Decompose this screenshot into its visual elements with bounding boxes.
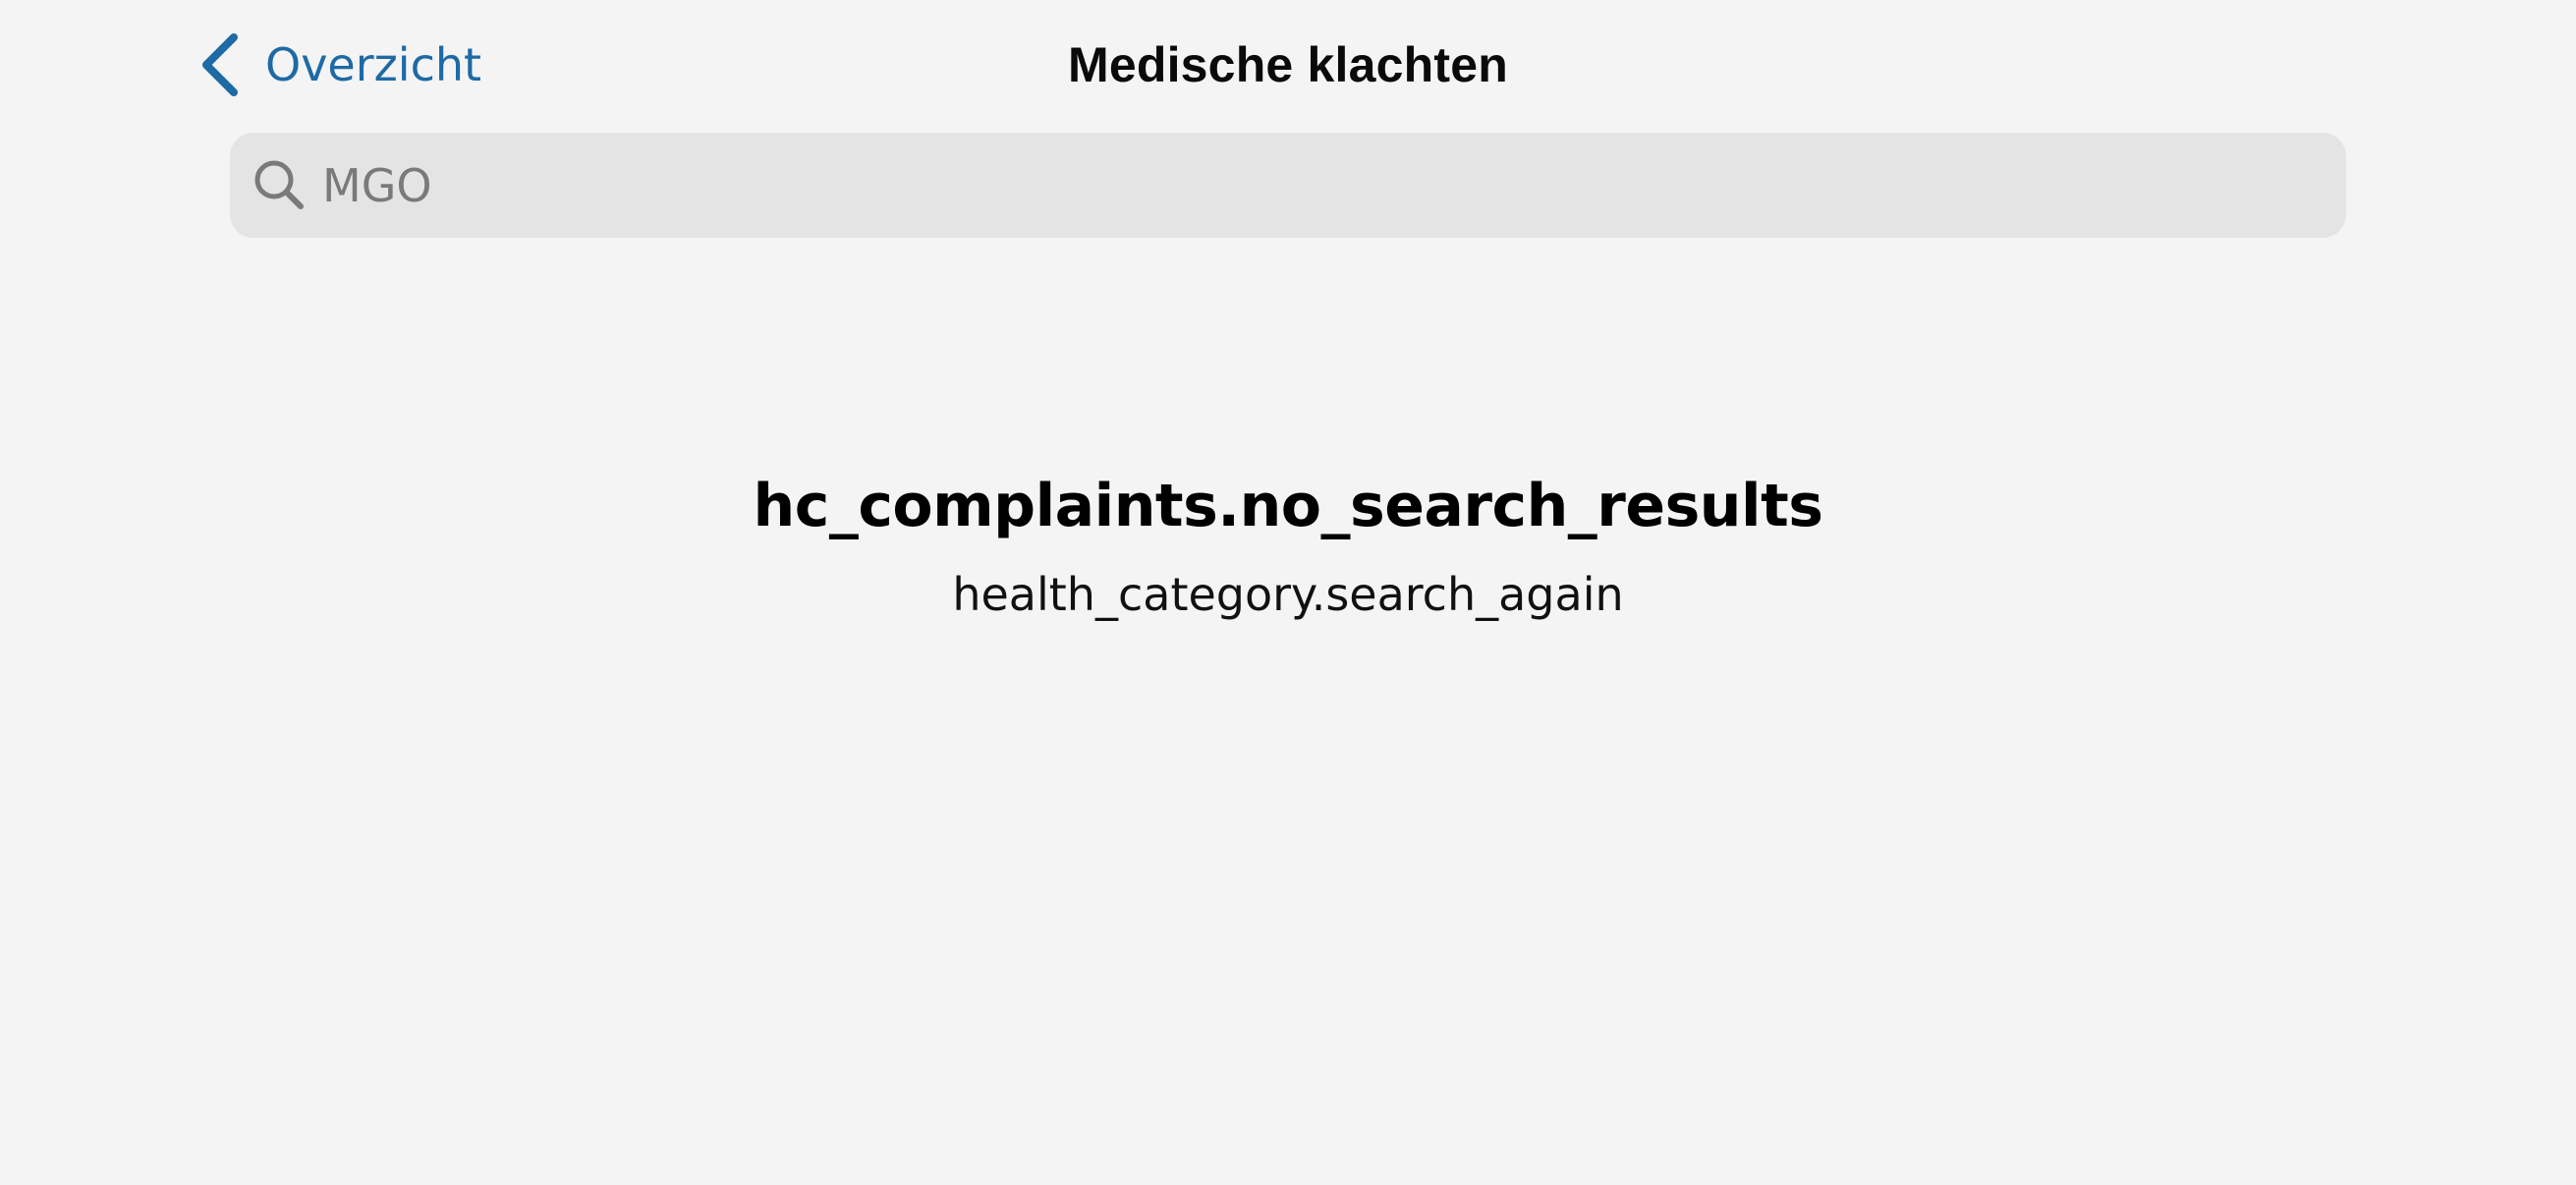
navigation-bar: Overzicht Medische klachten bbox=[0, 0, 2576, 130]
search-icon bbox=[252, 157, 308, 214]
chevron-left-icon bbox=[196, 31, 242, 98]
back-button-label: Overzicht bbox=[265, 38, 482, 91]
search-input[interactable] bbox=[322, 145, 2346, 225]
empty-state-title: hc_complaints.no_search_results bbox=[753, 472, 1823, 540]
empty-state-subtitle: health_category.search_again bbox=[952, 568, 1624, 621]
back-button[interactable]: Overzicht bbox=[196, 28, 481, 102]
empty-state: hc_complaints.no_search_results health_c… bbox=[0, 462, 2576, 629]
search-field[interactable] bbox=[230, 133, 2346, 238]
